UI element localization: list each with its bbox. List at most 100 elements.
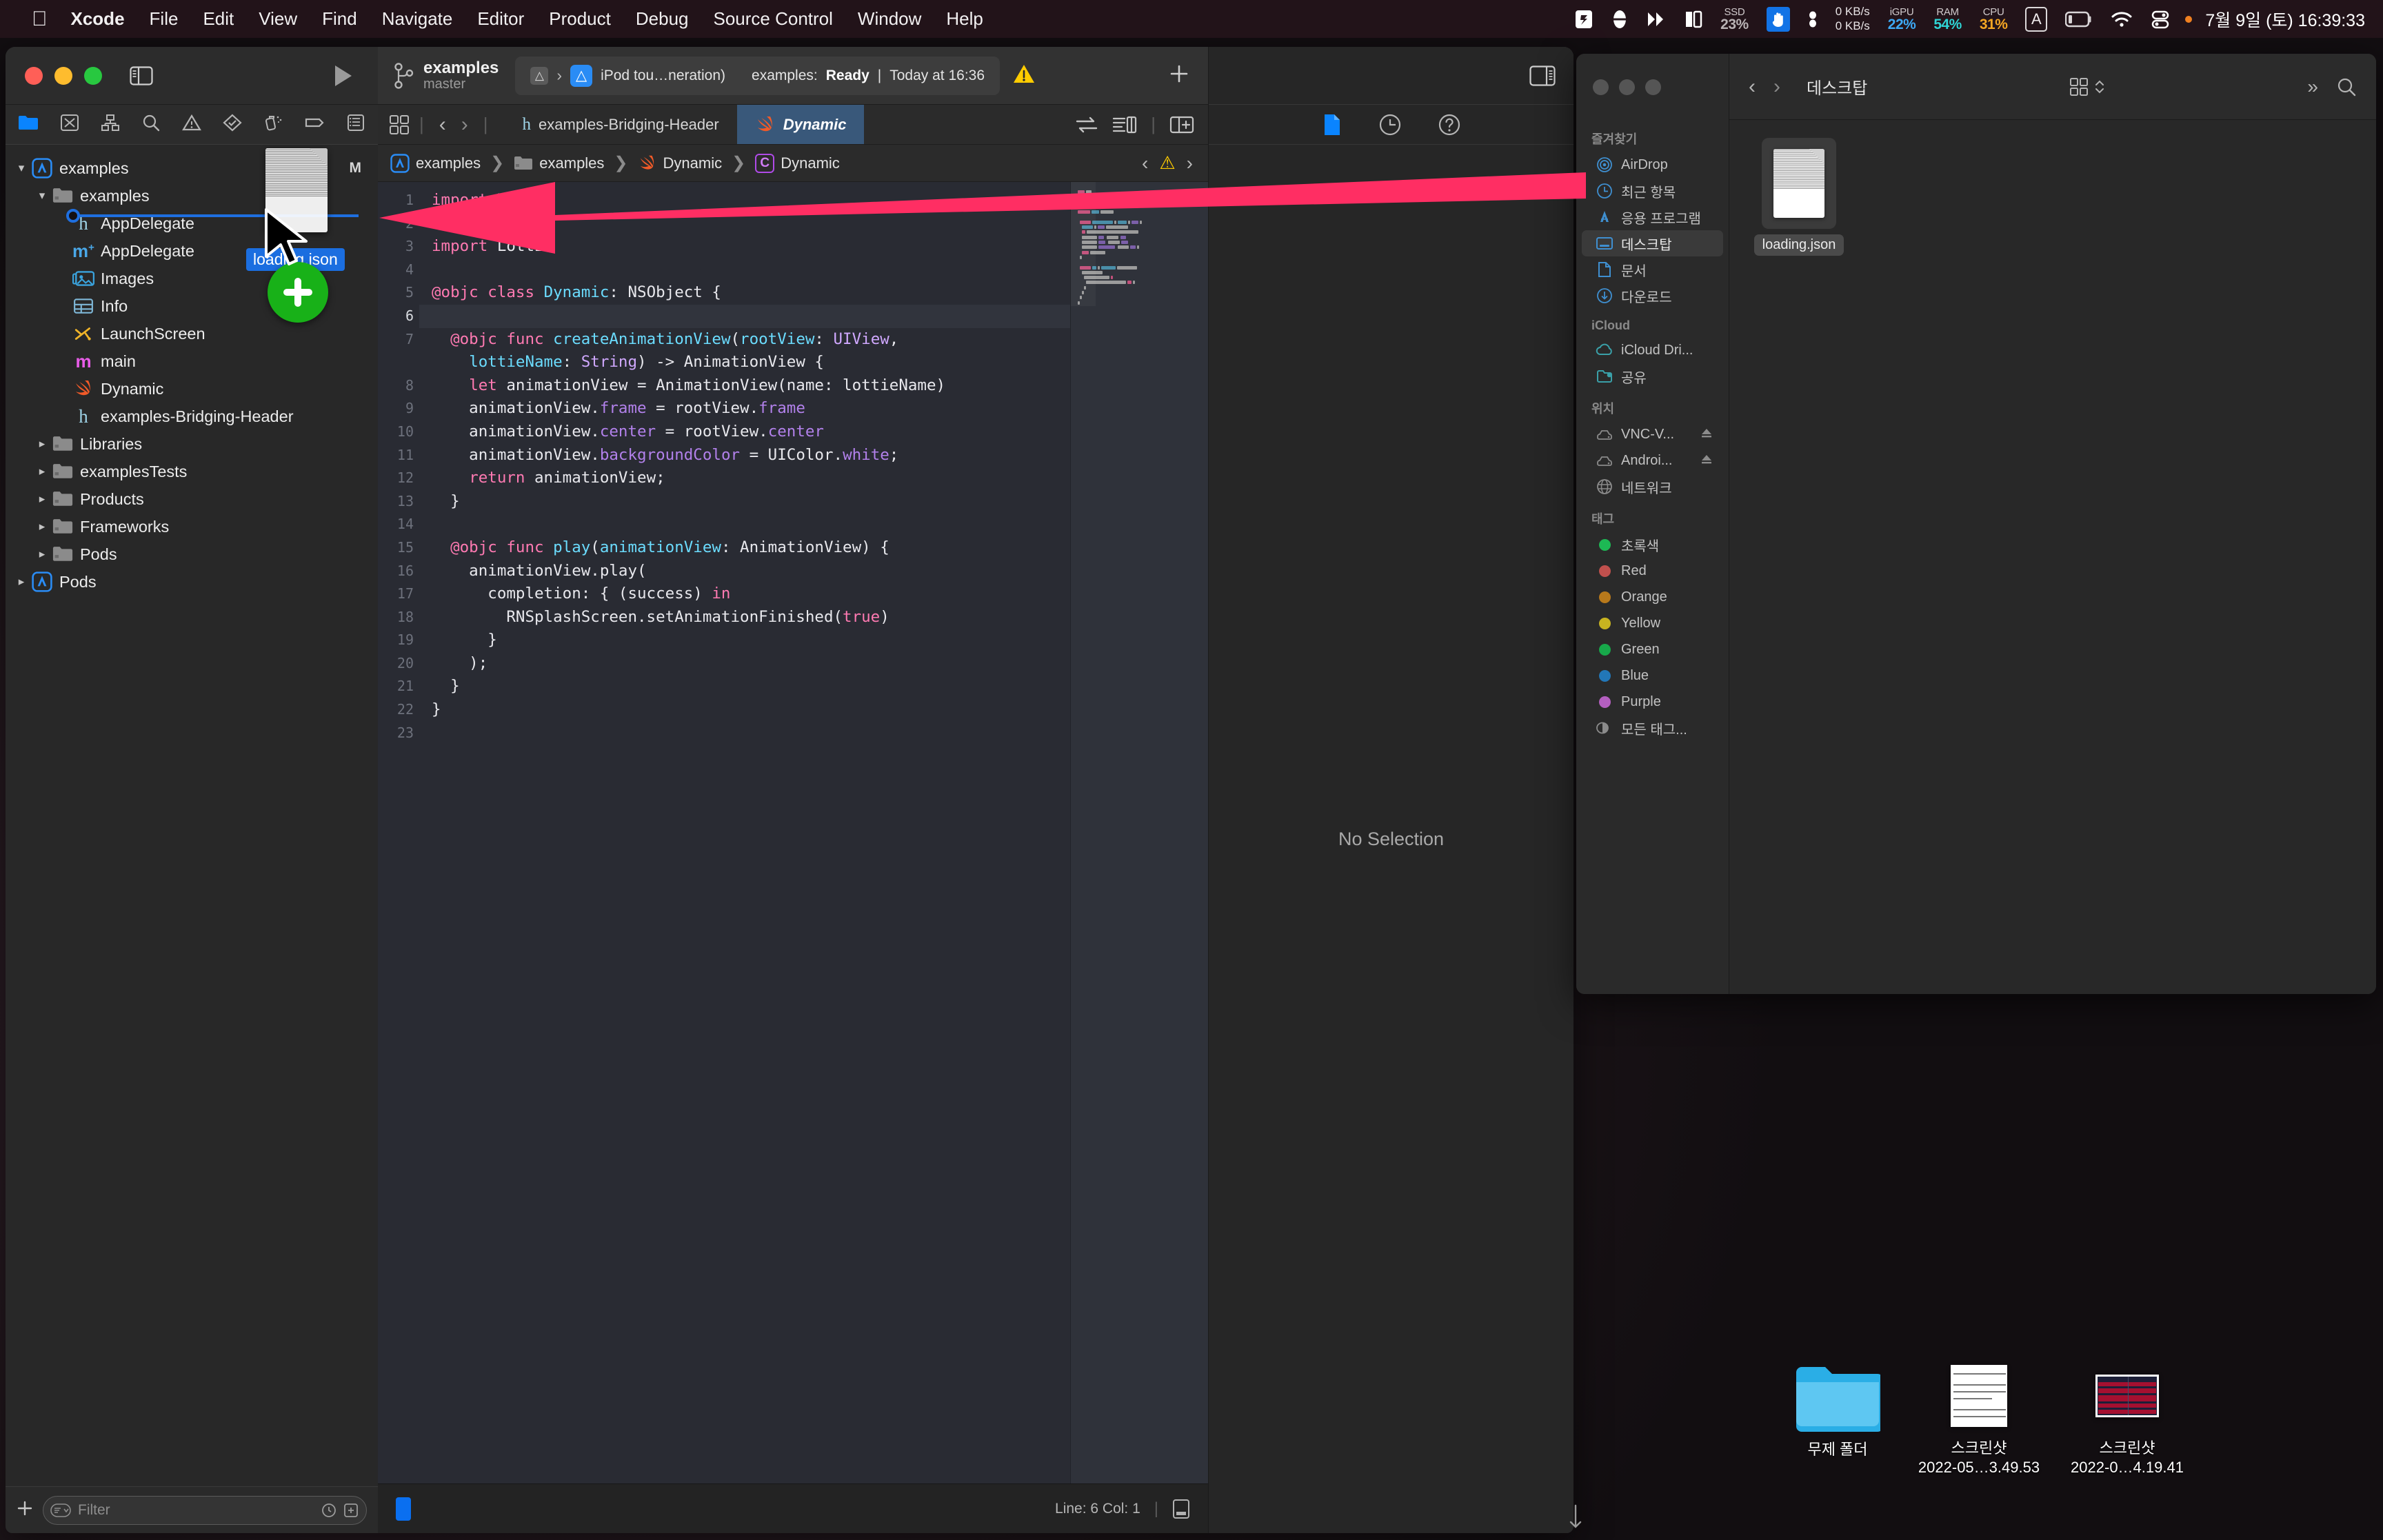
menu-item-editor[interactable]: Editor bbox=[465, 0, 536, 38]
editor-tab-bridging-header[interactable]: h examples-Bridging-Header bbox=[505, 105, 737, 144]
assistant-editor-icon[interactable] bbox=[1075, 115, 1098, 134]
fast-forward-icon[interactable] bbox=[1637, 0, 1676, 38]
finder-sidebar-item[interactable]: iCloud Dri... bbox=[1582, 337, 1723, 363]
caffeine-icon[interactable] bbox=[1602, 0, 1637, 38]
cpu-monitor[interactable]: CPU 31% bbox=[1971, 0, 2017, 38]
run-button[interactable] bbox=[331, 63, 354, 88]
history-inspector-icon[interactable] bbox=[1378, 113, 1402, 136]
apple-logo-icon[interactable]:  bbox=[21, 0, 59, 38]
code-line[interactable]: lottieName: String) -> AnimationView { bbox=[419, 351, 1070, 374]
finder-sidebar-item[interactable]: Red bbox=[1582, 558, 1723, 584]
search-icon[interactable] bbox=[2336, 77, 2357, 97]
desktop-icon-screenshot-1[interactable]: 스크린샷 2022-05…3.49.53 bbox=[1907, 1361, 2051, 1477]
project-navigator-icon[interactable] bbox=[18, 114, 39, 135]
report-navigator-icon[interactable] bbox=[346, 114, 365, 135]
code-line[interactable]: import React bbox=[419, 212, 1070, 236]
finder-zoom-button[interactable] bbox=[1645, 79, 1661, 95]
finder-sidebar-item[interactable]: 문서 bbox=[1582, 256, 1723, 283]
file-tree-row[interactable]: h examples-Bridging-Header bbox=[6, 403, 378, 430]
code-line[interactable]: import Lottie bbox=[419, 235, 1070, 259]
close-button[interactable] bbox=[25, 66, 43, 85]
finder-forward-button[interactable]: › bbox=[1773, 75, 1780, 99]
desktop-icon-screenshot-2[interactable]: 스크린샷 2022-0…4.19.41 bbox=[2055, 1361, 2200, 1477]
code-line[interactable]: completion: { (success) in bbox=[419, 582, 1070, 606]
desktop-icon-folder[interactable]: 무제 폴더 bbox=[1765, 1361, 1910, 1459]
finder-sidebar-item[interactable]: 데스크탑 bbox=[1582, 230, 1723, 256]
chevron-down-icon[interactable]: ▾ bbox=[12, 161, 30, 175]
test-navigator-icon[interactable] bbox=[223, 114, 242, 135]
code-line[interactable] bbox=[419, 259, 1070, 282]
file-tree-row[interactable]: ▸ Products bbox=[6, 485, 378, 513]
file-tree-row[interactable]: ▸ Frameworks bbox=[6, 513, 378, 540]
finder-sidebar-item[interactable]: 최근 항목 bbox=[1582, 178, 1723, 204]
menu-item-product[interactable]: Product bbox=[536, 0, 623, 38]
finder-sidebar-item[interactable]: 네트워크 bbox=[1582, 474, 1723, 500]
finder-sidebar-item[interactable]: AirDrop bbox=[1582, 152, 1723, 178]
breadcrumb-item-folder[interactable]: examples bbox=[514, 154, 604, 172]
file-tree-row[interactable]: m main bbox=[6, 347, 378, 375]
breadcrumb-item-project[interactable]: examples bbox=[390, 153, 481, 173]
breakpoint-navigator-icon[interactable] bbox=[304, 114, 325, 135]
input-source-indicator[interactable]: A bbox=[2016, 0, 2056, 38]
eject-icon[interactable] bbox=[1700, 427, 1713, 442]
finder-sidebar-item[interactable]: 모든 태그... bbox=[1582, 715, 1723, 741]
network-speed-monitor[interactable]: 0 KB/s 0 KB/s bbox=[1827, 0, 1879, 38]
menu-item-file[interactable]: File bbox=[137, 0, 191, 38]
finder-sidebar-item[interactable]: Yellow bbox=[1582, 610, 1723, 636]
go-forward-button[interactable]: › bbox=[456, 113, 474, 136]
xcode-status-bar[interactable]: △ › △ iPod tou…neration) examples: Ready… bbox=[515, 56, 1001, 95]
hand-tool-icon[interactable] bbox=[1758, 0, 1799, 38]
chevron-right-icon[interactable]: ▸ bbox=[33, 492, 51, 506]
chevron-right-icon[interactable]: ▸ bbox=[33, 437, 51, 451]
code-line[interactable] bbox=[419, 304, 1070, 328]
issue-warning-icon[interactable] bbox=[1012, 63, 1036, 88]
finder-sidebar-item[interactable]: VNC-V... bbox=[1582, 421, 1723, 447]
editor-layout-icon[interactable] bbox=[1172, 1499, 1190, 1519]
chevron-right-icon[interactable]: ▸ bbox=[12, 575, 30, 589]
menu-item-source-control[interactable]: Source Control bbox=[701, 0, 845, 38]
finder-file-item[interactable]: loading.json bbox=[1747, 138, 1851, 256]
minimize-button[interactable] bbox=[54, 66, 72, 85]
project-navigator[interactable]: ▾ examples M ▾ examples h AppDelegate m+ AppDele… bbox=[6, 145, 378, 1486]
breadcrumb-item-symbol[interactable]: C Dynamic bbox=[755, 153, 840, 173]
menu-item-xcode[interactable]: Xcode bbox=[59, 0, 137, 38]
code-minimap[interactable] bbox=[1070, 182, 1208, 1483]
finder-sidebar-item[interactable]: 다운로드 bbox=[1582, 283, 1723, 309]
ssd-monitor[interactable]: SSD 23% bbox=[1711, 0, 1758, 38]
finder-sidebar[interactable]: 즐겨찾기 AirDrop 최근 항목 응용 프로그램 데스크탑 문서 다운로드 iCloud i… bbox=[1576, 54, 1729, 994]
finder-back-button[interactable]: ‹ bbox=[1749, 75, 1756, 99]
code-line[interactable]: animationView.backgroundColor = UIColor.… bbox=[419, 444, 1070, 467]
warning-icon[interactable]: ⚠ bbox=[1159, 152, 1175, 174]
code-area[interactable]: 1 2 3 4 5 6 7 8 9 10 11 12 13 14 15 16 17 18 19 20 21 22 23 im… bbox=[378, 182, 1208, 1483]
code-line[interactable]: } bbox=[419, 698, 1070, 722]
igpu-monitor[interactable]: iGPU 22% bbox=[1879, 0, 1925, 38]
ram-monitor[interactable]: RAM 54% bbox=[1924, 0, 1971, 38]
code-line[interactable]: @objc class Dynamic: NSObject { bbox=[419, 281, 1070, 305]
file-inspector-icon[interactable] bbox=[1322, 113, 1343, 136]
editor-tab-dynamic[interactable]: Dynamic bbox=[736, 105, 865, 144]
previous-issue-button[interactable]: ‹ bbox=[1142, 152, 1148, 174]
window-resize-handle[interactable] bbox=[1567, 1503, 1585, 1529]
code-line[interactable]: } bbox=[419, 629, 1070, 652]
file-tree-row[interactable]: ▸ Pods bbox=[6, 540, 378, 568]
control-center-icon[interactable] bbox=[2142, 0, 2180, 38]
code-line[interactable]: animationView.frame = rootView.frame bbox=[419, 397, 1070, 421]
file-tree-row[interactable]: Dynamic bbox=[6, 375, 378, 403]
wifi-icon[interactable] bbox=[2102, 0, 2142, 38]
file-tree-row[interactable]: ▸ Libraries bbox=[6, 430, 378, 458]
add-editor-split-icon[interactable] bbox=[1169, 115, 1194, 134]
screen-recorder-icon[interactable] bbox=[1565, 0, 1602, 38]
symbol-navigator-icon[interactable] bbox=[101, 114, 120, 135]
finder-close-button[interactable] bbox=[1593, 79, 1609, 95]
menu-bar-clock[interactable]: 7월 9일 (토) 16:39:33 bbox=[2197, 7, 2365, 32]
find-navigator-icon[interactable] bbox=[141, 114, 161, 135]
battery-icon[interactable] bbox=[2056, 0, 2102, 38]
finder-file-grid[interactable]: loading.json bbox=[1729, 120, 2376, 994]
finder-sidebar-item[interactable]: Blue bbox=[1582, 662, 1723, 689]
split-view-icon[interactable] bbox=[1676, 0, 1711, 38]
code-line[interactable]: @objc func createAnimationView(rootView:… bbox=[419, 328, 1070, 352]
finder-sidebar-item[interactable]: 응용 프로그램 bbox=[1582, 204, 1723, 230]
finder-sidebar-item[interactable]: Androi... bbox=[1582, 447, 1723, 474]
finder-sidebar-item[interactable]: Green bbox=[1582, 636, 1723, 662]
code-line[interactable] bbox=[419, 722, 1070, 745]
